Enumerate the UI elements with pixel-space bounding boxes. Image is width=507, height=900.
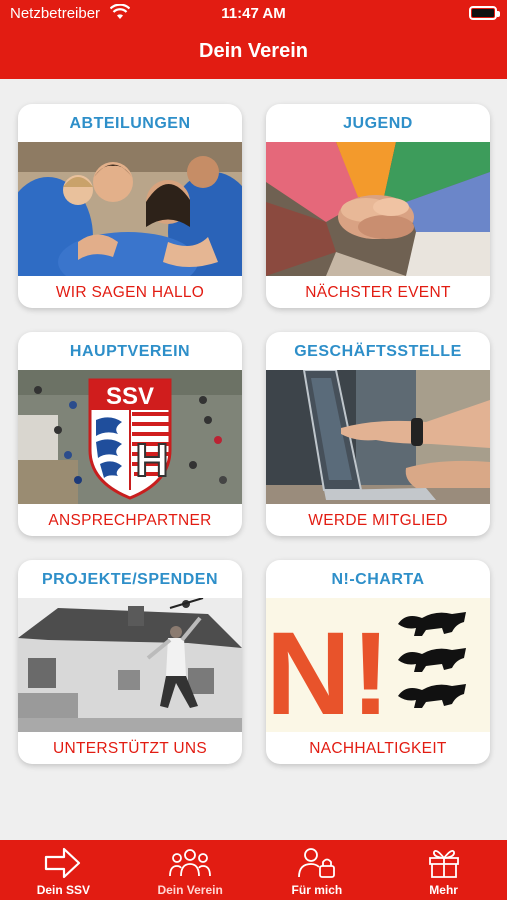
tab-label: Für mich: [291, 883, 343, 897]
card-subtitle: ANSPRECHPARTNER: [48, 512, 212, 529]
crest-letter: H: [135, 434, 168, 486]
card-title: HAUPTVEREIN: [69, 343, 191, 360]
card-abteilungen[interactable]: ABTEILUNGEN WIR SAGEN HALLO: [18, 104, 242, 308]
tab-label: Dein Verein: [157, 883, 223, 897]
lions-icon: [398, 612, 466, 708]
tab-dein-verein[interactable]: Dein Verein: [127, 840, 254, 900]
card-n-charta[interactable]: N!-CHARTA N! NACHHALTIGKEIT: [266, 560, 490, 764]
battery-icon: [469, 6, 500, 20]
card-projekte-spenden[interactable]: PROJEKTE/SPENDEN UNTERSTÜTZT UNS: [18, 560, 242, 764]
card-title: ABTEILUNGEN: [69, 115, 191, 132]
card-subtitle: NÄCHSTER EVENT: [305, 284, 451, 301]
laptop-typing-photo: [266, 370, 490, 504]
group-huddle-photo: [18, 142, 242, 276]
n-charta-logo: N!: [266, 598, 490, 732]
ssv-crest: SSV H: [88, 378, 172, 500]
tab-fuer-mich[interactable]: Für mich: [254, 840, 381, 900]
card-title: PROJEKTE/SPENDEN: [41, 571, 219, 588]
card-title: N!-CHARTA: [331, 571, 425, 588]
user-lock-icon: [297, 848, 335, 878]
card-geschaeftsstelle[interactable]: GESCHÄFTSSTELLE WERDE MITGLIED: [266, 332, 490, 536]
bottom-tab-bar: Dein SSV Dein Verein Für mich Mehr: [0, 840, 507, 900]
clock: 11:47 AM: [221, 5, 286, 22]
tab-label: Dein SSV: [36, 883, 91, 897]
stacked-hands-photo: [266, 142, 490, 276]
card-subtitle: WERDE MITGLIED: [308, 512, 448, 529]
card-subtitle: NACHHALTIGKEIT: [309, 740, 447, 757]
arrow-right-icon: [45, 847, 81, 879]
n-charta-mark: N!: [266, 608, 390, 732]
ssv-crest-aerial-photo: SSV H: [18, 370, 242, 504]
house-jump-photo: [18, 598, 242, 732]
people-icon: [169, 849, 212, 877]
card-subtitle: UNTERSTÜTZT UNS: [52, 740, 208, 757]
card-subtitle: WIR SAGEN HALLO: [55, 284, 205, 301]
crest-text: SSV: [106, 383, 154, 410]
card-hauptverein[interactable]: HAUPTVEREIN SSV H ANSPRECHPARTNER: [18, 332, 242, 536]
status-bar: Netzbetreiber 11:47 AM: [0, 0, 507, 28]
tab-mehr[interactable]: Mehr: [380, 840, 507, 900]
tab-label: Mehr: [429, 883, 458, 897]
tab-dein-ssv[interactable]: Dein SSV: [0, 840, 127, 900]
gift-box-icon: [428, 849, 459, 878]
card-title: GESCHÄFTSSTELLE: [294, 343, 462, 360]
top-app-bar: Netzbetreiber 11:47 AM Dein Verein: [0, 0, 507, 79]
card-jugend[interactable]: JUGEND NÄCHSTER EVENT: [266, 104, 490, 308]
card-title: JUGEND: [343, 115, 413, 132]
page-title: Dein Verein: [199, 40, 308, 62]
